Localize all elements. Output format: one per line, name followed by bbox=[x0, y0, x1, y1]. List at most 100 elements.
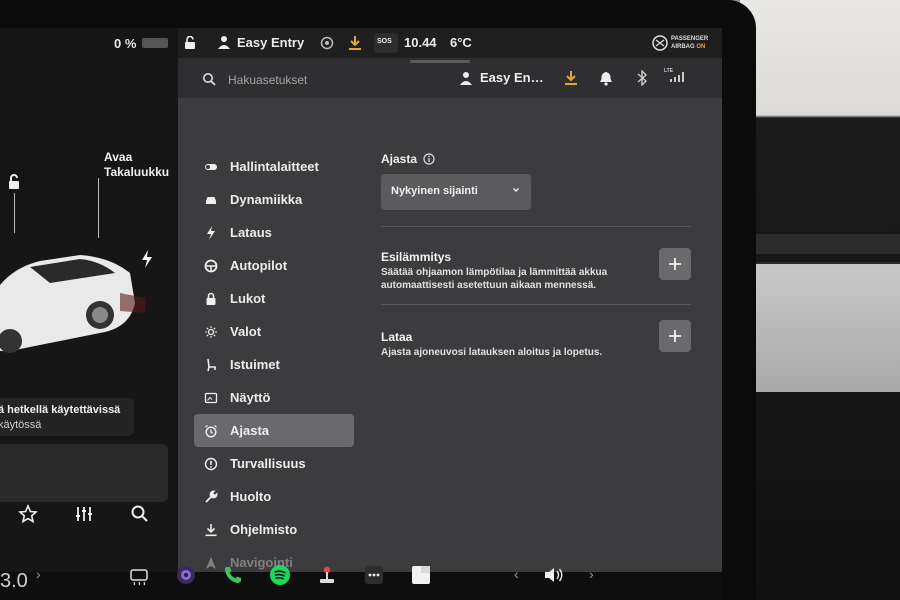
settings-nav: Hallintalaitteet Dynamiikka Lataus Autop… bbox=[194, 150, 354, 579]
charge-port-icon[interactable] bbox=[140, 250, 154, 268]
settings-window: Easy En… LTE bbox=[178, 58, 722, 572]
preconditioning-description: Säätää ohjaamon lämpötilaa ja lämmittää … bbox=[381, 267, 608, 291]
add-preconditioning-button[interactable] bbox=[659, 248, 691, 280]
header-profile-name[interactable]: Easy En… bbox=[480, 70, 544, 85]
download-icon[interactable] bbox=[564, 70, 578, 86]
spotify-icon[interactable] bbox=[269, 564, 291, 586]
search-icon bbox=[203, 73, 216, 86]
add-charging-schedule-button[interactable] bbox=[659, 320, 691, 352]
display-icon bbox=[204, 392, 218, 403]
card-icon[interactable] bbox=[410, 564, 432, 586]
airbag-state: ON bbox=[696, 44, 706, 50]
nav-label: Valot bbox=[230, 324, 262, 339]
unlock-icon[interactable] bbox=[6, 174, 22, 190]
navigation-icon bbox=[206, 556, 216, 569]
settings-search-input[interactable] bbox=[226, 70, 390, 90]
charging-description: Ajasta ajoneuvosi latauksen aloitus ja l… bbox=[381, 347, 603, 358]
info-icon[interactable] bbox=[423, 153, 435, 165]
equalizer-icon[interactable] bbox=[74, 504, 94, 524]
volume-down-chevron[interactable]: ‹ bbox=[514, 566, 519, 582]
bottom-dock: 3.0 › ‹ › bbox=[0, 565, 722, 600]
location-dropdown-value: Nykyinen sijainti bbox=[391, 185, 478, 197]
battery-icon bbox=[142, 38, 168, 48]
divider bbox=[381, 226, 691, 227]
location-dropdown[interactable]: Nykyinen sijainti bbox=[381, 174, 531, 210]
airbag-line2: AIRBAG bbox=[671, 44, 695, 50]
profile-icon[interactable] bbox=[218, 35, 230, 49]
dashboard-stripe bbox=[752, 234, 900, 254]
preconditioning-title: Esilämmitys bbox=[381, 250, 452, 264]
search-icon[interactable] bbox=[130, 504, 150, 524]
temperature-increase-chevron[interactable]: › bbox=[36, 566, 41, 582]
nav-item-dynamiikka[interactable]: Dynamiikka bbox=[194, 183, 354, 216]
bell-icon[interactable] bbox=[599, 70, 613, 86]
nav-label: Istuimet bbox=[230, 357, 280, 372]
sos-button[interactable]: SOS bbox=[374, 33, 398, 53]
rear-defrost-icon[interactable] bbox=[128, 564, 150, 586]
plus-icon bbox=[669, 330, 681, 342]
nav-item-hallintalaitteet[interactable]: Hallintalaitteet bbox=[194, 150, 354, 183]
touchscreen: 0 % Avaa Takaluukku ä hetkellä käytettäv… bbox=[0, 28, 722, 600]
nav-label: Dynamiikka bbox=[230, 192, 303, 207]
display-bezel: 0 % Avaa Takaluukku ä hetkellä käytettäv… bbox=[0, 0, 756, 600]
media-player[interactable] bbox=[0, 444, 168, 502]
trunk-pointer-line bbox=[98, 178, 99, 238]
volume-icon[interactable] bbox=[542, 564, 564, 586]
chevron-down-icon bbox=[513, 188, 519, 192]
page-title: Ajasta bbox=[381, 152, 418, 166]
profile-icon[interactable] bbox=[460, 71, 472, 85]
volume-up-chevron[interactable]: › bbox=[589, 566, 594, 582]
more-icon[interactable] bbox=[363, 564, 385, 586]
unlock-status-icon[interactable] bbox=[184, 36, 196, 50]
nav-item-ohjelmisto[interactable]: Ohjelmisto bbox=[194, 513, 354, 546]
camera-icon[interactable] bbox=[175, 564, 197, 586]
clock: 10.44 bbox=[404, 35, 437, 50]
sos-label: SOS bbox=[377, 38, 392, 45]
nav-item-turvallisuus[interactable]: Turvallisuus bbox=[194, 447, 354, 480]
nav-item-naytto[interactable]: Näyttö bbox=[194, 381, 354, 414]
nav-label: Hallintalaitteet bbox=[230, 159, 319, 174]
toggle-icon bbox=[205, 163, 217, 170]
trunk-label-line2: Takaluukku bbox=[104, 165, 170, 179]
software-update-icon[interactable] bbox=[348, 35, 362, 51]
battery-percent: 0 % bbox=[114, 36, 137, 51]
nav-item-valot[interactable]: Valot bbox=[194, 315, 354, 348]
trunk-label-line1: Avaa bbox=[104, 150, 133, 164]
passenger-airbag-status: PASSENGER AIRBAG ON bbox=[671, 35, 708, 51]
status-bar: Easy Entry SOS 10.44 6°C PASSENGER AIRBA… bbox=[178, 28, 722, 58]
phone-icon[interactable] bbox=[222, 564, 244, 586]
nav-item-lukot[interactable]: Lukot bbox=[194, 282, 354, 315]
nav-item-huolto[interactable]: Huolto bbox=[194, 480, 354, 513]
drag-handle[interactable] bbox=[410, 60, 470, 63]
joystick-icon[interactable] bbox=[316, 564, 338, 586]
nav-item-ajasta[interactable]: Ajasta bbox=[194, 414, 354, 447]
lock-icon bbox=[206, 292, 216, 305]
alarm-clock-icon bbox=[205, 424, 217, 438]
notice-line2: käytössä bbox=[0, 419, 42, 431]
homelink-icon[interactable] bbox=[320, 36, 334, 50]
car-illustration bbox=[0, 255, 145, 353]
airbag-line1: PASSENGER bbox=[671, 36, 709, 42]
open-trunk-button[interactable]: Avaa Takaluukku bbox=[104, 150, 169, 180]
bluetooth-icon[interactable] bbox=[635, 70, 649, 86]
notice-line1: ä hetkellä käytettävissä bbox=[0, 404, 121, 416]
sun-icon bbox=[205, 325, 217, 338]
nav-item-autopilot[interactable]: Autopilot bbox=[194, 249, 354, 282]
driver-profile[interactable]: Easy Entry bbox=[237, 35, 304, 50]
cabin-temperature[interactable]: 3.0 bbox=[0, 570, 28, 593]
dashboard-panel bbox=[752, 262, 900, 392]
passenger-airbag-icon bbox=[652, 35, 668, 51]
nav-item-lataus[interactable]: Lataus bbox=[194, 216, 354, 249]
star-icon[interactable] bbox=[18, 504, 38, 524]
nav-label: Lataus bbox=[230, 225, 272, 240]
nav-label: Turvallisuus bbox=[230, 456, 306, 471]
nav-label: Huolto bbox=[230, 489, 272, 504]
cellular-signal-icon: LTE bbox=[664, 68, 686, 86]
plus-icon bbox=[669, 258, 681, 270]
nav-label: Lukot bbox=[230, 291, 266, 306]
nav-item-istuimet[interactable]: Istuimet bbox=[194, 348, 354, 381]
seat-icon bbox=[207, 358, 216, 371]
car-icon bbox=[206, 196, 216, 204]
settings-header: Easy En… LTE bbox=[178, 58, 722, 98]
availability-notice: ä hetkellä käytettävissä käytössä bbox=[0, 398, 134, 436]
